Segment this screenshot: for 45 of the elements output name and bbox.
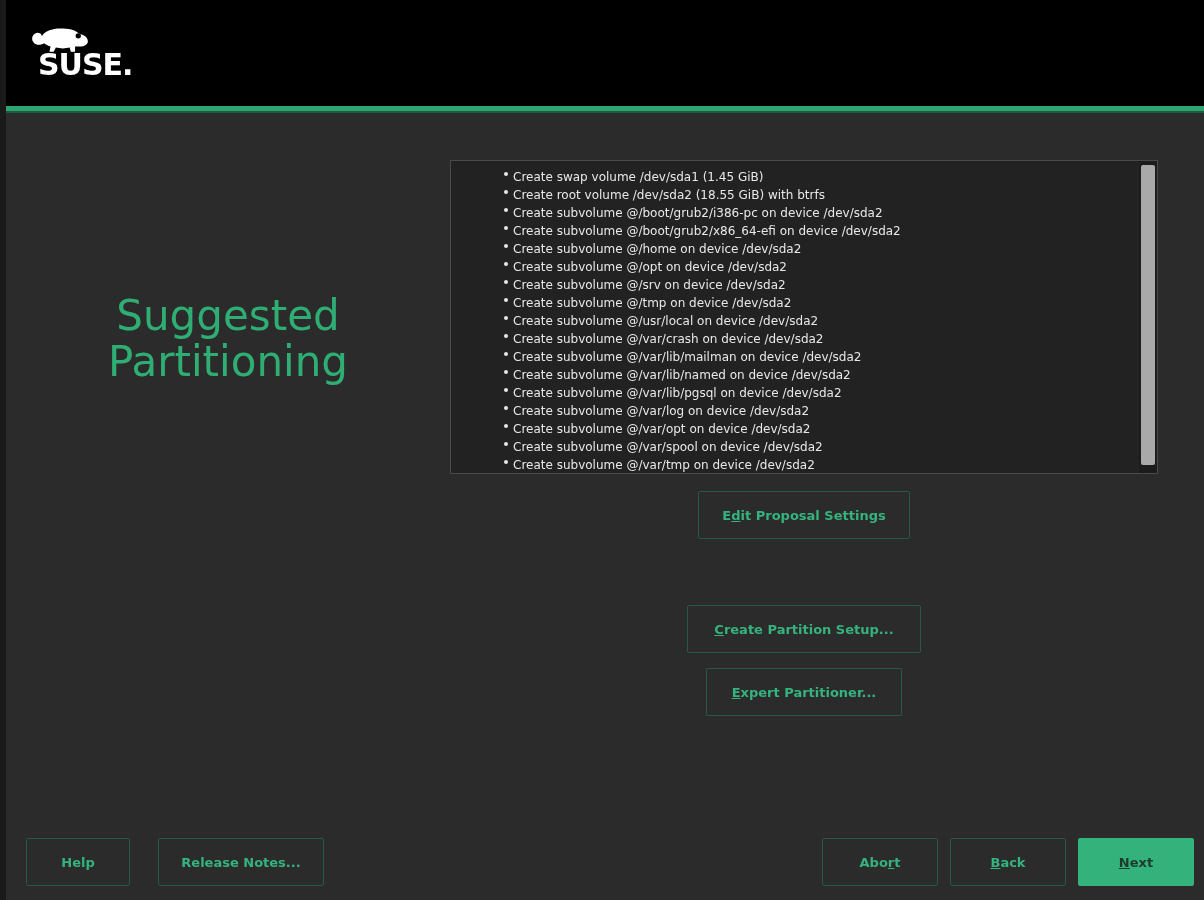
bullet-icon <box>504 226 508 230</box>
bullet-icon <box>504 262 508 266</box>
proposal-item: Create subvolume @/boot/grub2/i386-pc on device /dev/sda2 <box>513 206 883 220</box>
proposal-item: Create subvolume @/usr/local on device /dev/sda2 <box>513 314 819 328</box>
proposal-item: Create subvolume @/home on device /dev/sda2 <box>513 242 802 256</box>
back-button[interactable]: Back <box>950 838 1066 886</box>
bullet-icon <box>504 280 508 284</box>
edit-settings-button[interactable]: Edit Proposal Settings <box>698 491 910 539</box>
bullet-icon <box>504 244 508 248</box>
proposal-item: Create subvolume @/var/log on device /dev/sda2 <box>513 404 810 418</box>
proposal-item: Create subvolume @/var/opt on device /dev/sda2 <box>513 422 811 436</box>
proposal-item: Create subvolume @/var/spool on device /dev/sda2 <box>513 440 823 454</box>
bullet-icon <box>504 460 508 464</box>
bullet-icon <box>504 406 508 410</box>
logo-wordmark: SUSE. <box>38 50 133 80</box>
scrollbar-thumb[interactable] <box>1141 165 1155 465</box>
bullet-icon <box>504 208 508 212</box>
bullet-icon <box>504 370 508 374</box>
release-notes-button[interactable]: Release Notes... <box>158 838 324 886</box>
proposal-item: Create root volume /dev/sda2 (18.55 GiB) with btrfs <box>513 188 825 202</box>
proposal-item: Create subvolume @/var/lib/mailman on device /dev/sda2 <box>513 350 862 364</box>
bullet-icon <box>504 172 508 176</box>
proposal-item: Create subvolume @/srv on device /dev/sda2 <box>513 278 786 292</box>
proposal-item: Create subvolume @/var/lib/pgsql on device /dev/sda2 <box>513 386 842 400</box>
proposal-item: Create subvolume @/var/tmp on device /dev/sda2 <box>513 458 815 472</box>
proposal-item: Create subvolume @/tmp on device /dev/sda2 <box>513 296 792 310</box>
expert-partitioner-button[interactable]: Expert Partitioner... <box>706 668 902 716</box>
proposal-item: Create subvolume @/boot/grub2/x86_64-efi on device /dev/sda2 <box>513 224 901 238</box>
next-button[interactable]: Next <box>1078 838 1194 886</box>
bullet-icon <box>504 298 508 302</box>
bullet-icon <box>504 388 508 392</box>
proposal-item: Create subvolume @/opt on device /dev/sda2 <box>513 260 787 274</box>
bullet-icon <box>504 334 508 338</box>
bullet-icon <box>504 442 508 446</box>
abort-button[interactable]: Abort <box>822 838 938 886</box>
bullet-icon <box>504 316 508 320</box>
page-title: Suggested Partitioning <box>107 293 349 389</box>
bullet-icon <box>504 190 508 194</box>
help-button[interactable]: Help <box>26 838 130 886</box>
proposal-item: Create subvolume @/var/crash on device /dev/sda2 <box>513 332 824 346</box>
create-setup-button[interactable]: Create Partition Setup... <box>687 605 921 653</box>
proposal-item: Create subvolume @/var/lib/named on device /dev/sda2 <box>513 368 851 382</box>
proposal-item: Create swap volume /dev/sda1 (1.45 GiB) <box>513 170 764 184</box>
bullet-icon <box>504 352 508 356</box>
bullet-icon <box>504 424 508 428</box>
